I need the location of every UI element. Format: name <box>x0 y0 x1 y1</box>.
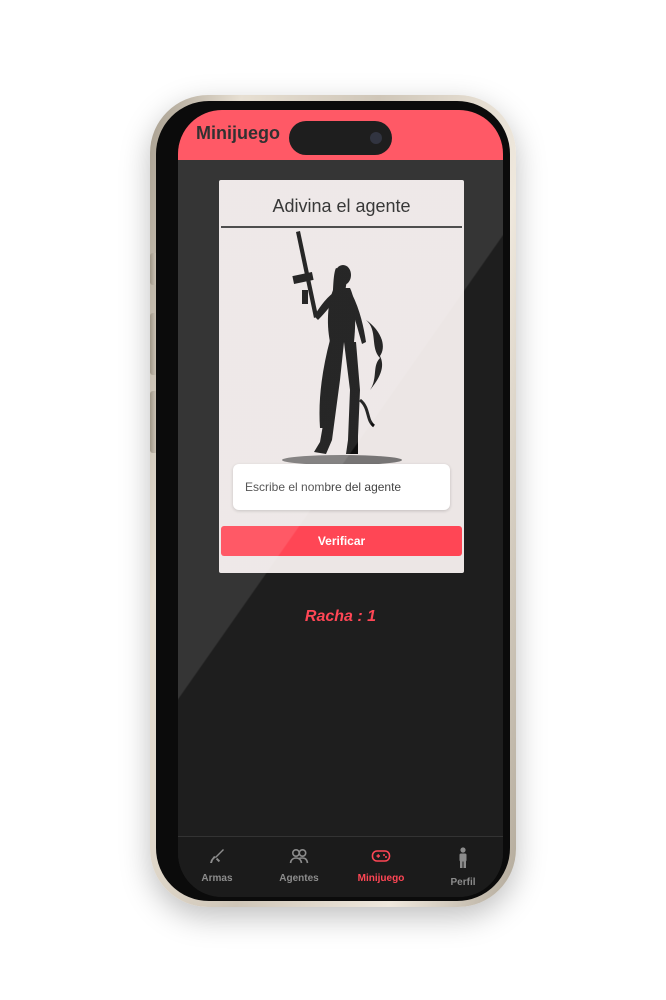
app-screen: Minijuego Adivina el agente Escribe el n… <box>178 110 503 897</box>
person-icon <box>459 847 467 868</box>
tab-label: Minijuego <box>357 873 405 884</box>
tab-perfil[interactable]: Perfil <box>425 847 501 890</box>
agent-silhouette-image <box>282 231 402 465</box>
weapon-icon <box>210 849 224 863</box>
minigame-card: Adivina el agente Escribe el nombre del … <box>219 180 464 573</box>
tab-armas[interactable]: Armas <box>179 847 255 886</box>
front-camera <box>370 132 382 144</box>
tab-agentes[interactable]: Agentes <box>261 847 337 886</box>
agents-icon <box>289 848 309 864</box>
app-header: Minijuego <box>178 110 503 160</box>
agent-name-input[interactable] <box>233 464 450 510</box>
dynamic-island <box>289 121 392 155</box>
divider <box>221 226 462 228</box>
tab-label: Agentes <box>279 873 319 884</box>
card-title: Adivina el agente <box>272 196 411 216</box>
tab-minijuego[interactable]: Minijuego <box>343 847 419 886</box>
tab-label: Armas <box>201 873 233 884</box>
streak-counter: Racha : 1 <box>304 608 377 625</box>
gamepad-icon <box>371 850 391 862</box>
bottom-tab-bar: Armas Agentes Minijuego Perfil <box>178 836 503 897</box>
verify-button[interactable]: Verificar <box>221 526 462 556</box>
page-title: Minijuego <box>196 123 280 143</box>
tab-label: Perfil <box>450 877 476 888</box>
